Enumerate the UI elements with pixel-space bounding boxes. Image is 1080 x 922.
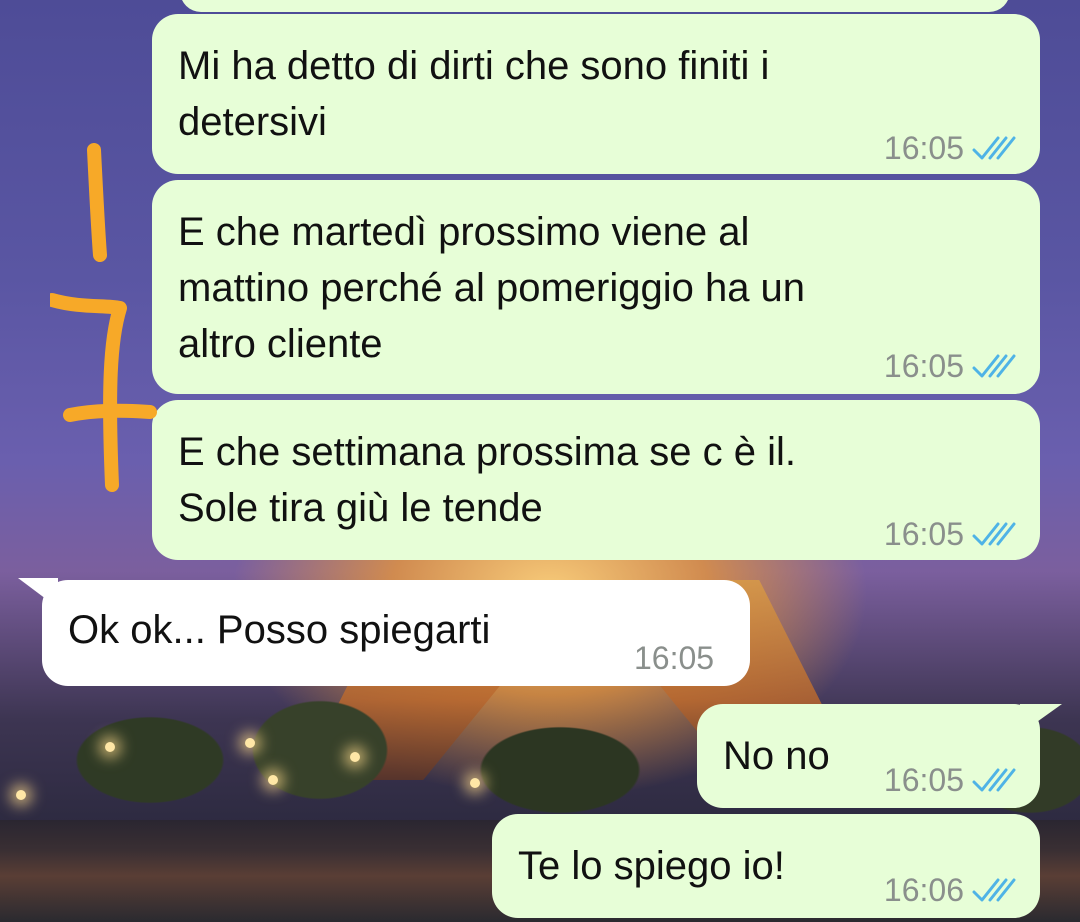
message-text-line: mattino perché al pomeriggio ha un <box>178 266 806 310</box>
message-meta: 16:06 <box>884 862 1016 918</box>
message-text-line: E che martedì prossimo viene al <box>178 210 750 254</box>
message-text-line: Mi ha detto di dirti che sono finiti i <box>178 44 770 88</box>
double-check-icon <box>972 768 1016 792</box>
message-time: 16:05 <box>883 348 964 384</box>
double-check-icon <box>972 878 1016 902</box>
wallpaper-lamp <box>105 742 115 752</box>
message-bubble-outgoing[interactable]: Mi ha detto di dirti che sono finiti i d… <box>152 14 1040 174</box>
double-check-icon <box>972 136 1016 160</box>
message-meta: 16:05 <box>884 338 1016 394</box>
message-bubble-outgoing[interactable]: No no 16:05 <box>697 704 1040 808</box>
message-meta: 16:05 <box>884 506 1016 562</box>
wallpaper-lamp <box>470 778 480 788</box>
message-text-line: E che settimana prossima se c è il. <box>178 430 797 474</box>
message-bubble-incoming[interactable]: Ok ok... Posso spiegarti 16:05 <box>42 580 750 686</box>
message-bubble-outgoing[interactable]: E che martedì prossimo viene al mattino … <box>152 180 1040 394</box>
double-check-icon <box>972 354 1016 378</box>
wallpaper-lamp <box>350 752 360 762</box>
double-check-icon <box>972 522 1016 546</box>
message-bubble-outgoing[interactable]: E che settimana prossima se c è il. Sole… <box>152 400 1040 560</box>
message-meta: 16:05 <box>884 120 1016 176</box>
message-meta: 16:05 <box>634 630 714 686</box>
handwritten-annotation <box>50 143 157 492</box>
message-time: 16:05 <box>883 130 964 166</box>
message-text-line: Ok ok... Posso spiegarti <box>68 608 491 652</box>
message-time: 16:05 <box>634 640 715 676</box>
wallpaper-lamp <box>268 775 278 785</box>
message-time: 16:06 <box>883 872 964 908</box>
wallpaper-lamp <box>16 790 26 800</box>
message-meta: 16:05 <box>884 752 1016 808</box>
message-time: 16:05 <box>883 516 964 552</box>
wallpaper-lamp <box>245 738 255 748</box>
message-bubble-outgoing[interactable]: Te lo spiego io! 16:06 <box>492 814 1040 918</box>
message-bubble-partial[interactable] <box>180 0 1010 12</box>
message-time: 16:05 <box>883 762 964 798</box>
